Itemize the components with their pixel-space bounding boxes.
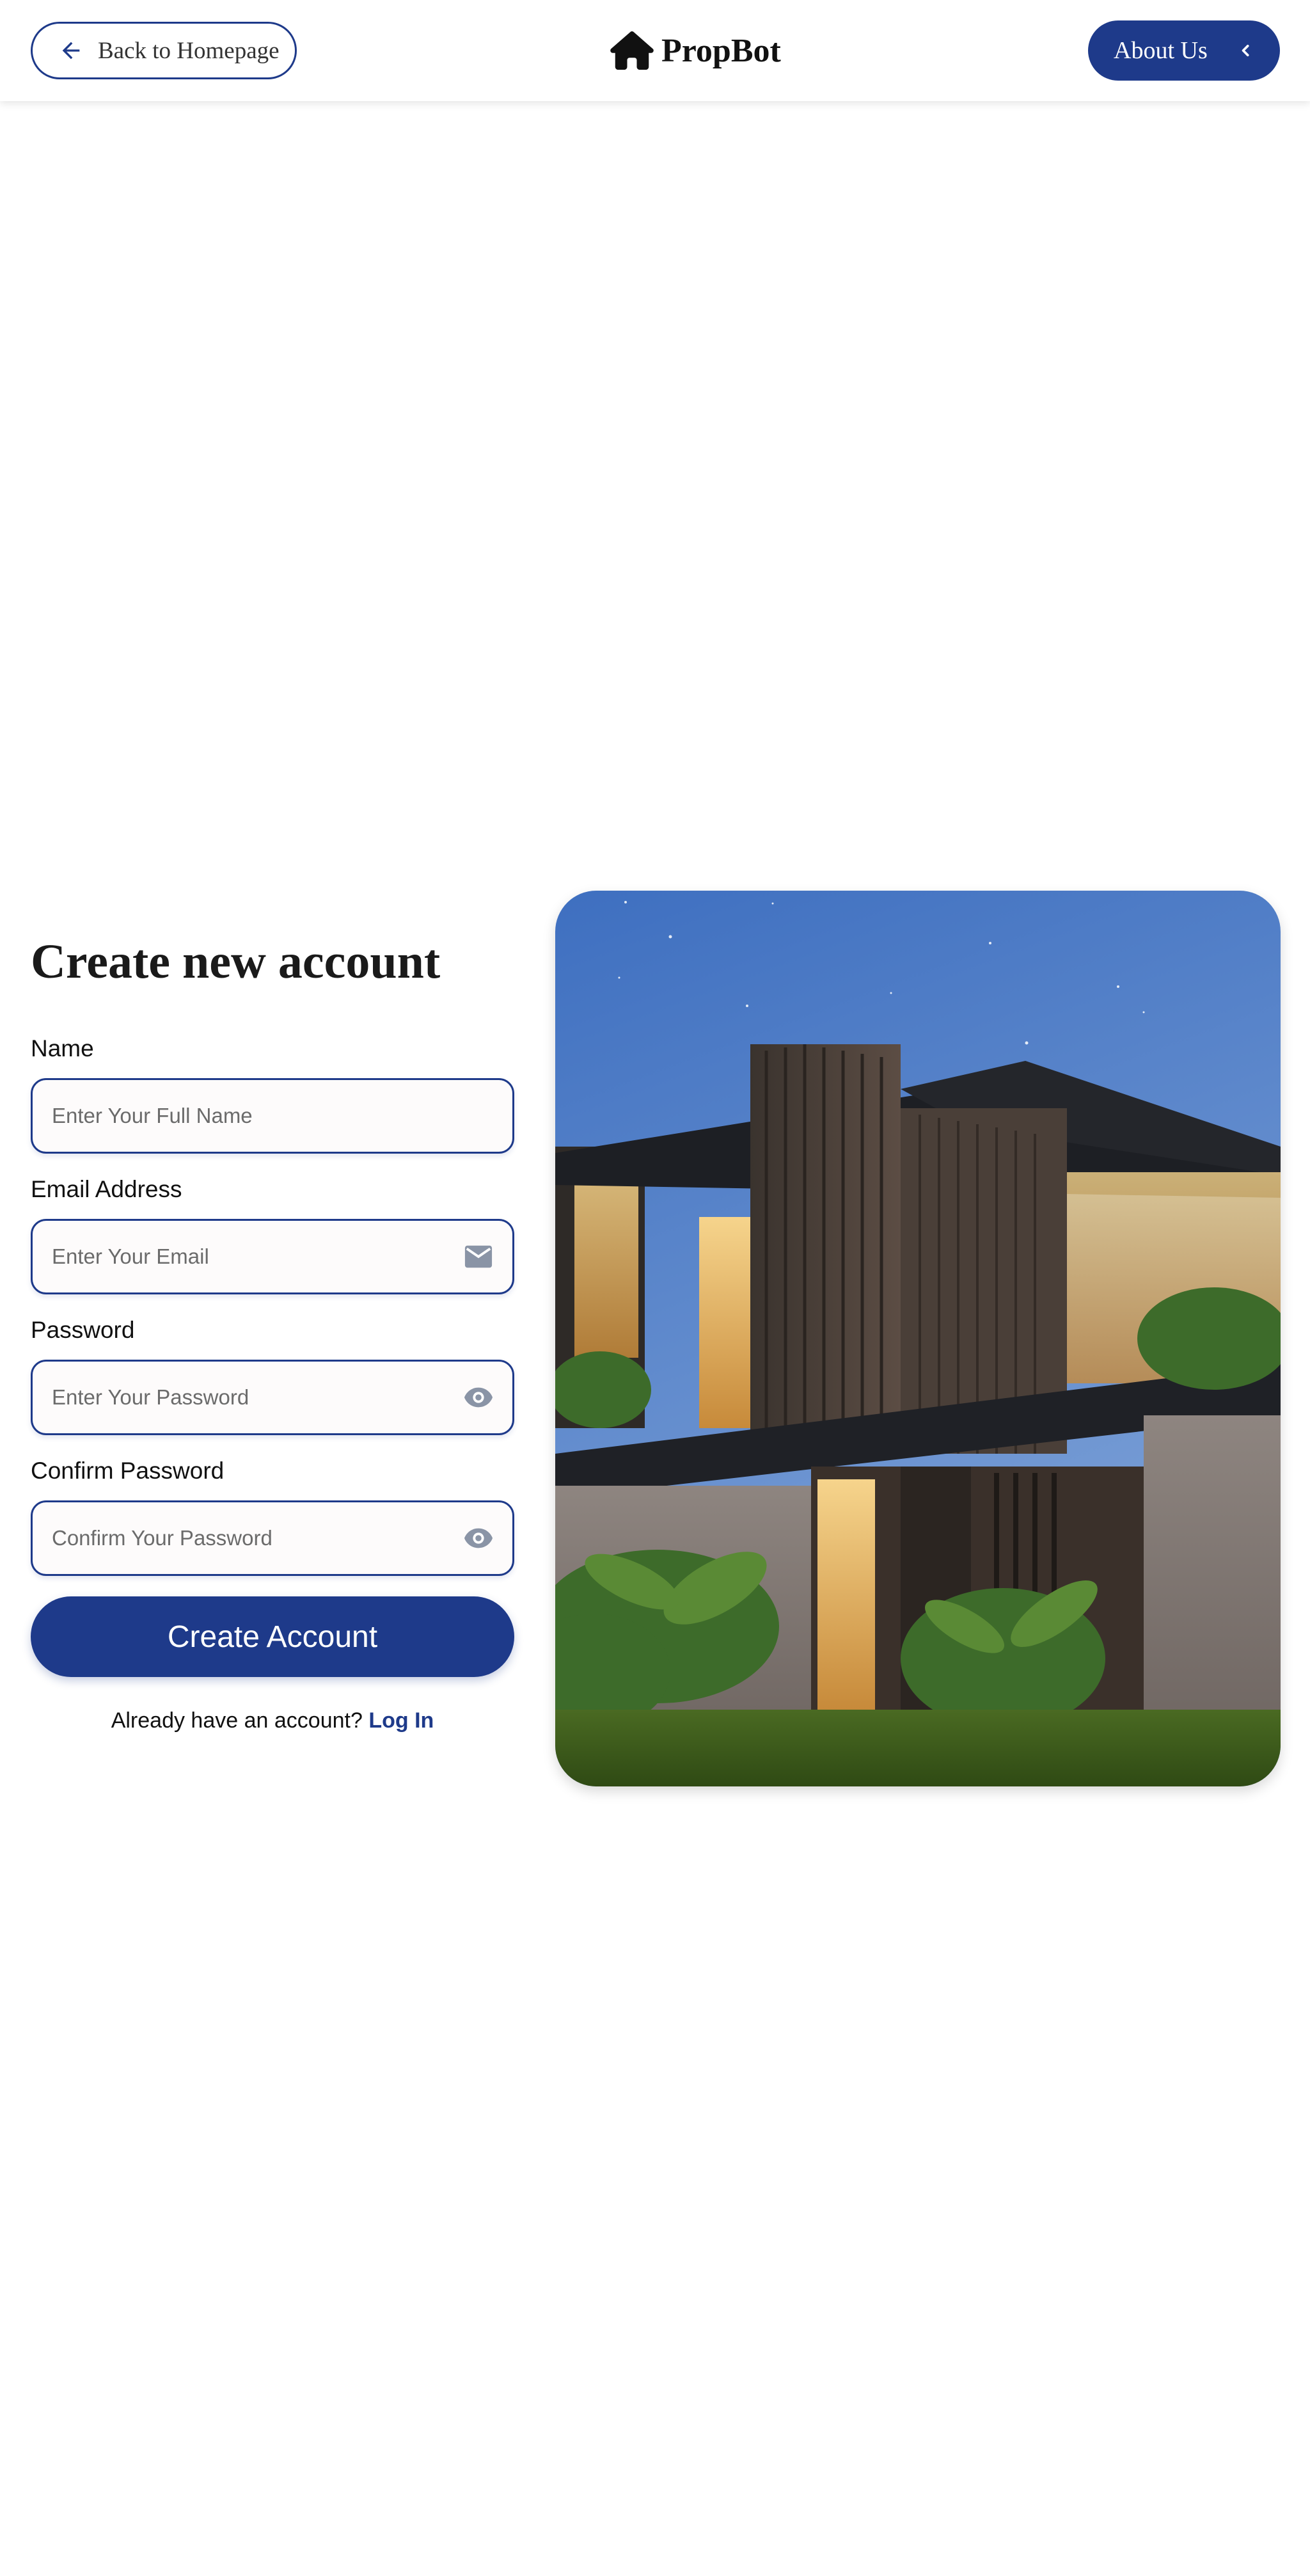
arrow-left-icon <box>62 42 80 60</box>
create-account-button[interactable]: Create Account <box>31 1596 514 1677</box>
back-button-label: Back to Homepage <box>98 37 280 64</box>
page-title: Create new account <box>31 935 441 989</box>
login-prompt-text: Already have an account? <box>111 1708 363 1733</box>
about-us-label: About Us <box>1114 37 1208 64</box>
email-label: Email Address <box>31 1176 182 1202</box>
email-input[interactable] <box>52 1221 448 1292</box>
house-illustration <box>555 891 1281 1786</box>
name-input[interactable] <box>52 1080 448 1152</box>
password-label: Password <box>31 1317 135 1343</box>
eye-icon[interactable] <box>464 1525 493 1551</box>
confirm-password-field[interactable] <box>31 1500 514 1576</box>
confirm-password-label: Confirm Password <box>31 1458 225 1484</box>
confirm-password-input[interactable] <box>52 1502 448 1574</box>
email-field[interactable] <box>31 1219 514 1294</box>
name-label: Name <box>31 1035 94 1061</box>
house-icon <box>610 31 654 70</box>
chevron-left-icon <box>1242 45 1249 56</box>
login-prompt: Already have an account? Log In <box>31 1708 514 1733</box>
top-navbar: Back to Homepage PropBot About Us <box>0 0 1310 101</box>
login-link[interactable]: Log In <box>368 1708 434 1733</box>
password-input[interactable] <box>52 1362 448 1433</box>
about-us-button[interactable]: About Us <box>1088 20 1280 81</box>
back-to-homepage-button[interactable]: Back to Homepage <box>31 22 297 79</box>
brand-name: PropBot <box>661 32 781 69</box>
house-hero-image <box>555 891 1281 1786</box>
password-field[interactable] <box>31 1360 514 1435</box>
name-field[interactable] <box>31 1078 514 1154</box>
eye-icon[interactable] <box>464 1385 493 1410</box>
mail-icon <box>464 1245 493 1268</box>
brand-logo[interactable]: PropBot <box>610 28 781 73</box>
